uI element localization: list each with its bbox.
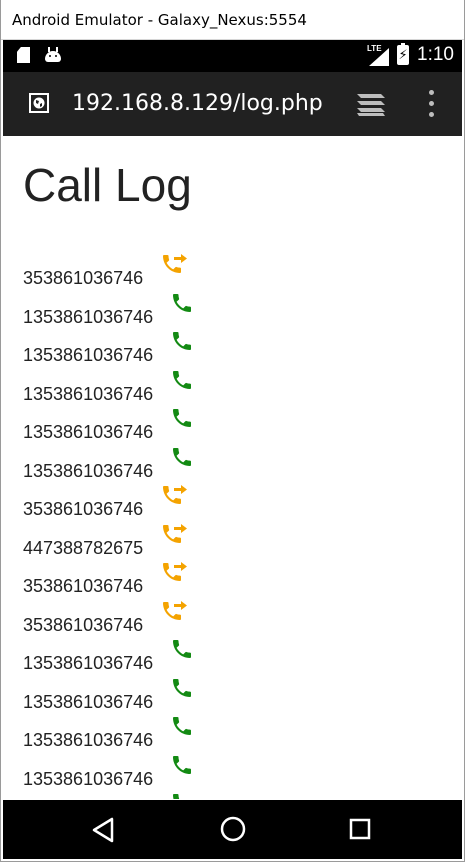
call-log-row: 353861036746 xyxy=(23,252,443,291)
call-log-row: 1353861036746 xyxy=(23,753,443,792)
web-page: Call Log 353861036746 1353861036746 135386… xyxy=(3,136,462,799)
incoming-call-icon xyxy=(173,717,191,735)
sd-card-icon xyxy=(17,47,30,63)
overflow-menu-icon[interactable] xyxy=(429,90,435,118)
page-title: Call Log xyxy=(23,159,192,211)
call-number: 1353861036746 xyxy=(23,345,154,365)
call-log-row: 1353861036746 xyxy=(23,637,443,676)
incoming-call-icon xyxy=(173,794,180,799)
call-number: 1353861036746 xyxy=(23,383,154,404)
tabs-stack-icon[interactable] xyxy=(355,92,387,118)
lte-signal-icon: LTE xyxy=(367,44,390,66)
call-log-row: 1353861036746 xyxy=(23,406,443,445)
call-log-row: 1353861036746 xyxy=(23,714,443,753)
call-log-row: 1353861036746 xyxy=(23,291,443,330)
outgoing-call-icon xyxy=(163,254,187,273)
call-number: 1353861036746 xyxy=(23,422,154,442)
home-icon[interactable] xyxy=(219,815,247,843)
call-log-row: 1353861036746 xyxy=(23,676,443,715)
call-number: 1353861036746 xyxy=(23,691,154,712)
outgoing-call-icon xyxy=(163,600,187,620)
battery-charging-icon: ⚡ xyxy=(397,43,410,65)
call-log-row: 353861036746 xyxy=(23,483,443,522)
call-log-row: 1353861036746 xyxy=(23,329,443,368)
call-number: 1353861036746 xyxy=(23,653,154,673)
call-number: 353861036746 xyxy=(23,576,144,596)
device-screen: LTE ⚡ 1:10 192.168.8.129/log.php Call Lo… xyxy=(3,40,462,859)
call-number: 353861036746 xyxy=(23,268,144,288)
incoming-call-icon xyxy=(173,409,191,427)
back-icon[interactable] xyxy=(91,817,115,843)
incoming-call-icon xyxy=(173,370,191,389)
status-bar: LTE ⚡ 1:10 xyxy=(3,40,462,72)
emulator-window-title: Android Emulator - Galaxy_Nexus:5554 xyxy=(12,11,307,29)
call-log-row: 1353861036746 xyxy=(23,368,443,407)
incoming-call-icon xyxy=(173,332,191,350)
call-log-row: 353861036746 xyxy=(23,560,443,599)
status-clock: 1:10 xyxy=(417,44,454,65)
call-log-row: 1353861036746 xyxy=(23,791,443,799)
globe-icon[interactable] xyxy=(29,93,49,113)
call-number: 1353861036746 xyxy=(23,460,154,481)
call-log-list: 353861036746 1353861036746 1353861036746 13… xyxy=(23,252,443,799)
outgoing-call-icon xyxy=(163,523,187,543)
emulator-title-bar: Android Emulator - Galaxy_Nexus:5554 xyxy=(0,0,465,40)
url-bar[interactable]: 192.168.8.129/log.php xyxy=(72,91,323,116)
android-debug-icon xyxy=(45,47,61,62)
network-type-label: LTE xyxy=(367,44,382,53)
incoming-call-icon xyxy=(173,640,191,658)
browser-toolbar: 192.168.8.129/log.php xyxy=(3,72,462,136)
call-number: 447388782675 xyxy=(23,537,144,558)
incoming-call-icon xyxy=(173,293,191,312)
call-number: 1353861036746 xyxy=(23,306,154,327)
incoming-call-icon xyxy=(173,447,191,466)
call-log-row: 447388782675 xyxy=(23,522,443,561)
outgoing-call-icon xyxy=(163,485,187,504)
recents-icon[interactable] xyxy=(349,818,371,840)
outgoing-call-icon xyxy=(163,562,187,581)
incoming-call-icon xyxy=(173,755,191,774)
incoming-call-icon xyxy=(173,678,191,697)
call-number: 353861036746 xyxy=(23,499,144,519)
call-log-row: 1353861036746 xyxy=(23,445,443,484)
call-number: 1353861036746 xyxy=(23,730,154,750)
call-number: 1353861036746 xyxy=(23,768,154,789)
call-number: 353861036746 xyxy=(23,614,144,635)
call-log-row: 353861036746 xyxy=(23,599,443,638)
system-navigation-bar xyxy=(3,800,462,859)
